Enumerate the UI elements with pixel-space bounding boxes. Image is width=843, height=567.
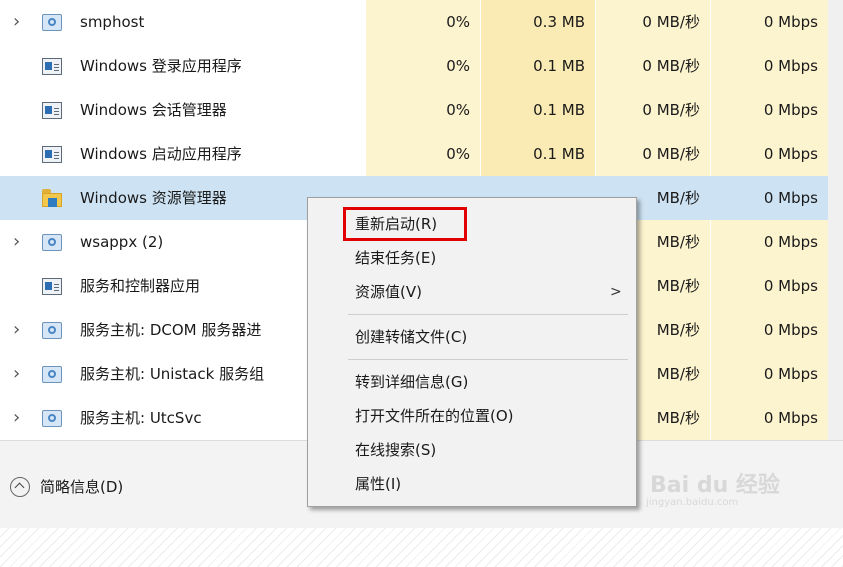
disk-value: 0 MB/秒 [596,0,710,44]
process-row[interactable]: Windows 启动应用程序 0% 0.1 MB 0 MB/秒 0 Mbps [0,132,828,176]
gear-icon [42,322,62,339]
process-name: 服务主机: UtcSvc [80,409,202,427]
menu-separator [348,359,628,360]
menu-item-open-file-location[interactable]: 打开文件所在的位置(O) [308,399,636,433]
watermark-url: jingyan.baidu.com [646,497,739,508]
scrollbar[interactable] [828,0,843,440]
menu-item-label: 转到详细信息(G) [355,373,469,391]
disk-value: 0 MB/秒 [596,44,710,88]
menu-item-label: 资源值(V) [355,283,422,301]
process-row[interactable]: Windows 会话管理器 0% 0.1 MB 0 MB/秒 0 Mbps [0,88,828,132]
background-pattern [0,528,843,567]
chevron-right-icon[interactable]: › [13,233,27,251]
process-name: 服务和控制器应用 [80,277,201,295]
process-name: 服务主机: DCOM 服务器进 [80,321,262,339]
menu-separator [348,314,628,315]
cpu-value: 0% [366,88,480,132]
gear-icon [42,366,62,383]
menu-item-properties[interactable]: 属性(I) [308,467,636,501]
gear-icon [42,14,62,31]
process-row[interactable]: › smphost 0% 0.3 MB 0 MB/秒 0 Mbps [0,0,828,44]
network-value: 0 Mbps [711,352,828,396]
window-icon [42,102,62,119]
disk-value: 0 MB/秒 [596,132,710,176]
process-name: wsappx (2) [80,233,164,251]
menu-item-label: 属性(I) [355,475,402,493]
process-name: 服务主机: Unistack 服务组 [80,365,265,383]
memory-value: 0.1 MB [481,132,595,176]
highlight-box [343,207,467,241]
menu-item-label: 在线搜索(S) [355,441,437,459]
window-icon [42,58,62,75]
network-value: 0 Mbps [711,308,828,352]
cpu-value: 0% [366,44,480,88]
gear-icon [42,234,62,251]
chevron-right-icon[interactable]: › [13,365,27,383]
menu-item-label: 打开文件所在的位置(O) [355,407,514,425]
explorer-folder-icon [42,189,62,207]
process-name: Windows 登录应用程序 [80,57,242,75]
watermark-logo: Bai du 经验 [650,473,780,498]
process-name: Windows 会话管理器 [80,101,227,119]
memory-value: 0.1 MB [481,44,595,88]
process-row[interactable]: Windows 登录应用程序 0% 0.1 MB 0 MB/秒 0 Mbps [0,44,828,88]
network-value: 0 Mbps [711,132,828,176]
cpu-value: 0% [366,0,480,44]
process-name: Windows 资源管理器 [80,189,227,207]
menu-item-label: 结束任务(E) [355,249,437,267]
network-value: 0 Mbps [711,396,828,440]
menu-item-search-online[interactable]: 在线搜索(S) [308,433,636,467]
menu-item-go-to-details[interactable]: 转到详细信息(G) [308,365,636,399]
network-value: 0 Mbps [711,44,828,88]
chevron-right-icon[interactable]: › [13,321,27,339]
context-menu: 重新启动(R) 结束任务(E) 资源值(V) > 创建转储文件(C) 转到详细信… [307,197,637,507]
cpu-value: 0% [366,132,480,176]
network-value: 0 Mbps [711,0,828,44]
memory-value: 0.3 MB [481,0,595,44]
chevron-right-icon[interactable]: › [13,13,27,31]
window-icon [42,146,62,163]
menu-item-label: 创建转储文件(C) [355,328,468,346]
network-value: 0 Mbps [711,264,828,308]
disk-value: 0 MB/秒 [596,88,710,132]
network-value: 0 Mbps [711,220,828,264]
network-value: 0 Mbps [711,176,828,220]
gear-icon [42,410,62,427]
menu-item-resource-values[interactable]: 资源值(V) > [308,275,636,309]
chevron-right-icon[interactable]: › [13,409,27,427]
memory-value: 0.1 MB [481,88,595,132]
network-value: 0 Mbps [711,88,828,132]
process-name: Windows 启动应用程序 [80,145,242,163]
menu-item-create-dump[interactable]: 创建转储文件(C) [308,320,636,354]
window-icon [42,278,62,295]
menu-item-end-task[interactable]: 结束任务(E) [308,241,636,275]
chevron-up-icon[interactable] [10,477,30,497]
chevron-right-icon: > [610,284,622,300]
fewer-details-link[interactable]: 简略信息(D) [40,473,123,501]
process-name: smphost [80,13,145,31]
